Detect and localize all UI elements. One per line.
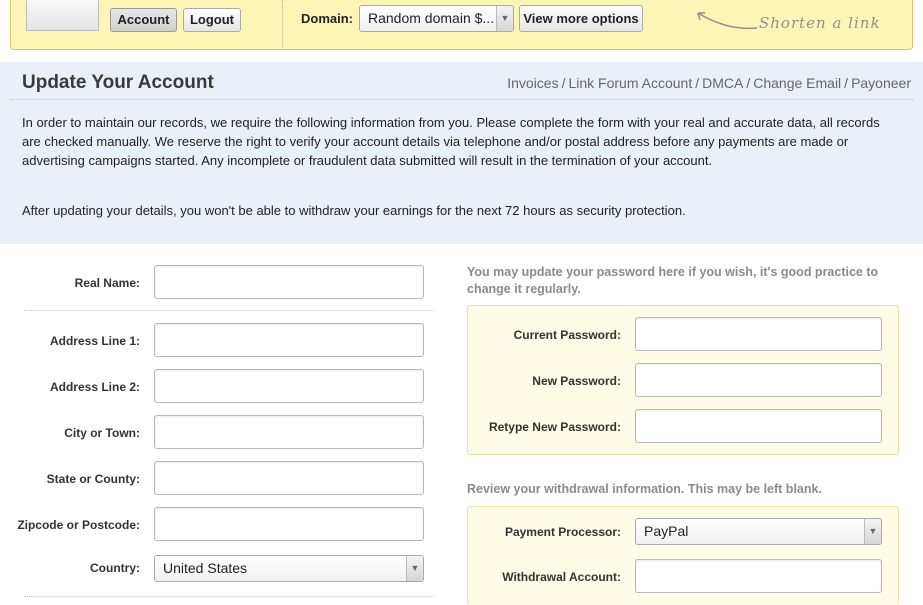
logout-button[interactable]: Logout	[183, 8, 241, 32]
account-nav: Invoices / Link Forum Account / DMCA / Change …	[507, 75, 911, 91]
topbar-divider	[282, 0, 283, 50]
current-password-label: Current Password:	[513, 328, 621, 342]
view-more-options-button[interactable]: View more options	[519, 5, 643, 32]
domain-select-value: Random domain $...	[368, 10, 495, 26]
country-label: Country:	[90, 561, 140, 575]
top-bar: Account Logout Domain: Random domain $..…	[10, 0, 913, 50]
curved-arrow-icon	[697, 12, 758, 30]
avatar[interactable]	[26, 0, 99, 31]
current-password-input[interactable]	[635, 317, 882, 351]
country-select-value: United States	[163, 560, 248, 576]
address-line-2-label: Address Line 2:	[49, 380, 140, 394]
withdrawal-account-input[interactable]	[635, 559, 882, 593]
chevron-down-icon[interactable]: ▼	[406, 556, 423, 581]
new-password-input[interactable]	[635, 363, 882, 397]
chevron-down-icon[interactable]: ▼	[496, 6, 513, 31]
withdrawal-account-label: Withdrawal Account:	[502, 570, 621, 584]
state-label: State or County:	[46, 472, 140, 486]
nav-separator: /	[844, 75, 849, 91]
country-select[interactable]: United States ▼	[154, 555, 424, 582]
address-line-2-input[interactable]	[154, 369, 424, 403]
page-title: Update Your Account	[22, 72, 214, 93]
payment-processor-label: Payment Processor:	[504, 525, 621, 539]
form-divider	[24, 596, 434, 597]
retype-password-input[interactable]	[635, 409, 882, 443]
nav-separator: /	[695, 75, 700, 91]
state-input[interactable]	[154, 461, 424, 495]
title-divider	[10, 99, 913, 100]
security-notice: After updating your details, you won't b…	[22, 203, 686, 218]
payment-processor-value: PayPal	[644, 523, 689, 539]
form-divider	[24, 310, 434, 311]
intro-text: In order to maintain our records, we req…	[22, 115, 880, 168]
new-password-label: New Password:	[532, 374, 621, 388]
domain-label: Domain:	[301, 11, 353, 26]
city-label: City or Town:	[64, 426, 140, 440]
payment-processor-select[interactable]: PayPal ▼	[635, 518, 882, 545]
nav-link-change-email[interactable]: Change Email	[753, 75, 841, 91]
nav-separator: /	[561, 75, 566, 91]
withdrawal-note: Review your withdrawal information. This…	[467, 482, 822, 496]
account-button[interactable]: Account	[110, 8, 177, 32]
domain-select[interactable]: Random domain $... ▼	[359, 5, 514, 32]
retype-password-label: Retype New Password:	[488, 420, 621, 434]
nav-link-link-forum-account[interactable]: Link Forum Account	[568, 75, 692, 91]
address-line-1-label: Address Line 1:	[49, 334, 140, 348]
zipcode-label: Zipcode or Postcode:	[17, 518, 140, 532]
nav-link-invoices[interactable]: Invoices	[507, 75, 558, 91]
zipcode-input[interactable]	[154, 507, 424, 541]
nav-separator: /	[746, 75, 751, 91]
real-name-label: Real Name:	[74, 276, 140, 290]
city-input[interactable]	[154, 415, 424, 449]
real-name-input[interactable]	[154, 265, 424, 299]
password-note: You may update your password here if you…	[467, 265, 879, 296]
nav-link-dmca[interactable]: DMCA	[702, 75, 743, 91]
chevron-down-icon[interactable]: ▼	[864, 519, 881, 544]
nav-link-payoneer[interactable]: Payoneer	[851, 75, 911, 91]
shorten-link-note: Shorten a link	[759, 14, 881, 32]
address-line-1-input[interactable]	[154, 323, 424, 357]
